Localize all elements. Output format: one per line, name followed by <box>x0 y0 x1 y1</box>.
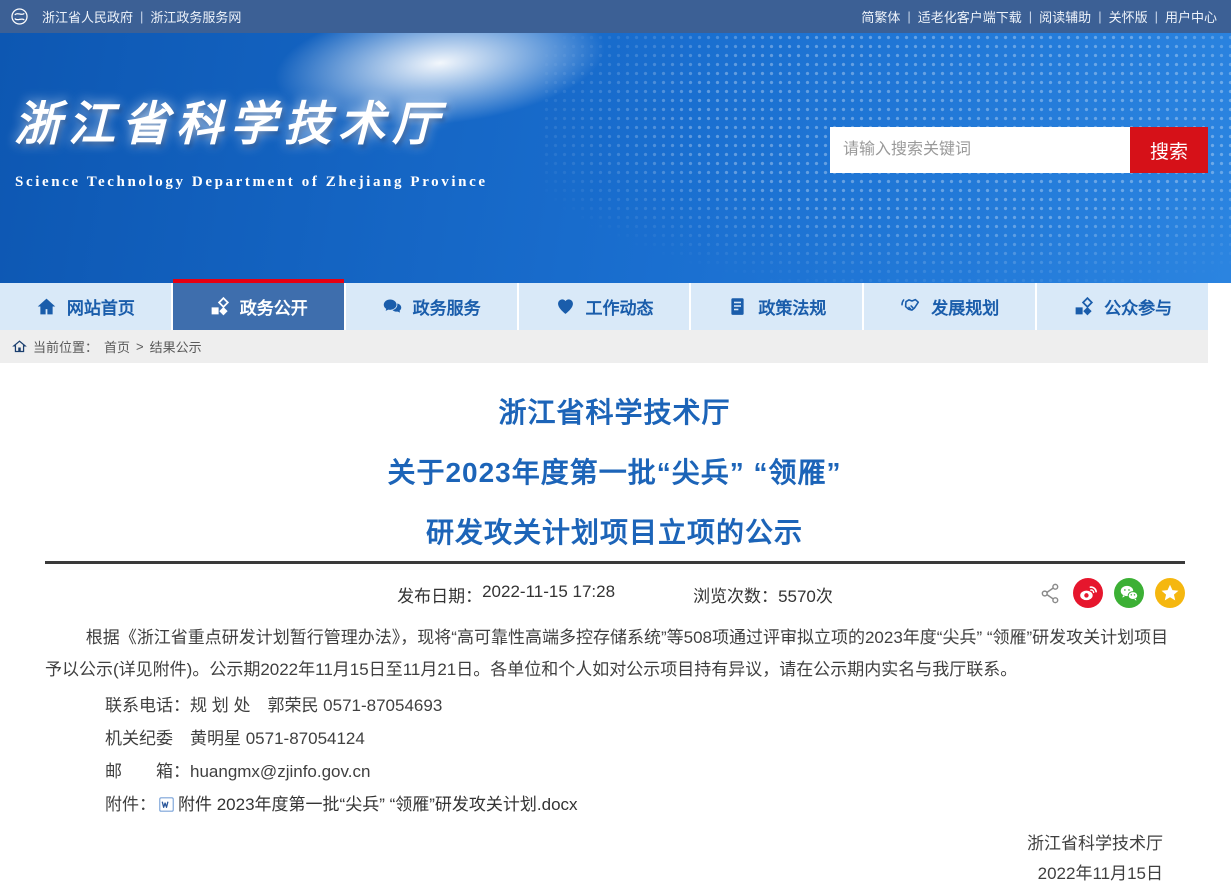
gov-open-icon <box>209 296 230 317</box>
wechat-share-button[interactable] <box>1114 578 1144 608</box>
topbar-link-reading-assist[interactable]: 阅读辅助 <box>1039 7 1091 26</box>
share-icon[interactable] <box>1039 582 1062 605</box>
nav-label: 网站首页 <box>67 294 135 319</box>
nav-label: 工作动态 <box>586 294 654 319</box>
site-search: 搜索 <box>830 127 1208 173</box>
attachment-row: 附件： 附件 2023年度第一批“尖兵” “领雁”研发攻关计划.docx <box>45 788 1184 821</box>
nav-label: 发展规划 <box>931 294 999 319</box>
topbar-link-simplified-traditional[interactable]: 简繁体 <box>861 7 900 26</box>
topbar-link-gov-portal[interactable]: 浙江省人民政府 <box>42 7 133 26</box>
contact-line-phone: 联系电话：规 划 处 郭荣民 0571-87054693 <box>105 689 1184 722</box>
attachment-link[interactable]: 附件 2023年度第一批“尖兵” “领雁”研发攻关计划.docx <box>178 788 578 821</box>
article-title-line-3: 研发攻关计划项目立项的公示 <box>45 519 1184 547</box>
gov-logo-icon <box>10 7 29 26</box>
header-banner: 浙江省科学技术厅 Science Technology Department o… <box>0 33 1231 283</box>
signature-org: 浙江省科学技术厅 <box>45 829 1163 859</box>
nav-item-home[interactable]: 网站首页 <box>0 283 171 330</box>
development-icon <box>900 296 921 317</box>
nav-item-development[interactable]: 发展规划 <box>864 283 1035 330</box>
work-news-icon <box>555 296 576 317</box>
title-divider <box>45 561 1185 564</box>
nav-label: 政务公开 <box>240 294 308 319</box>
topbar-separator: | <box>1098 9 1101 24</box>
topbar-link-service-portal[interactable]: 浙江政务服务网 <box>150 7 241 26</box>
contact-line-discipline: 机关纪委 黄明星 0571-87054124 <box>105 722 1184 755</box>
view-count-label: 浏览次数： <box>693 582 778 607</box>
signature-date: 2022年11月15日 <box>45 859 1163 881</box>
contact-line-email: 邮 箱：huangmx@zjinfo.gov.cn <box>105 755 1184 788</box>
topbar-link-user-center[interactable]: 用户中心 <box>1165 7 1217 26</box>
view-count-value: 5570次 <box>778 582 833 607</box>
site-title-en: Science Technology Department of Zhejian… <box>15 174 488 191</box>
article-body-paragraph: 根据《浙江省重点研发计划暂行管理办法》，现将“高可靠性高端多控存储系统”等508… <box>45 622 1185 687</box>
topbar-right: 简繁体 | 适老化客户端下载 | 阅读辅助 | 关怀版 | 用户中心 <box>861 7 1217 26</box>
search-button[interactable]: 搜索 <box>1130 127 1208 173</box>
nav-label: 政策法规 <box>758 294 826 319</box>
breadcrumb: 当前位置： 首页 > 结果公示 <box>0 330 1208 363</box>
word-doc-icon <box>158 796 175 813</box>
article-signature: 浙江省科学技术厅 2022年11月15日 <box>45 829 1185 881</box>
article-meta-row: 发布日期： 2022-11-15 17:28 浏览次数： 5570次 <box>45 578 1185 610</box>
nav-item-work-news[interactable]: 工作动态 <box>519 283 690 330</box>
breadcrumb-label: 当前位置： <box>33 337 98 356</box>
topbar-link-care-version[interactable]: 关怀版 <box>1109 7 1148 26</box>
article-title-line-2: 关于2023年度第一批“尖兵” “领雁” <box>45 459 1184 487</box>
search-input[interactable] <box>830 127 1130 173</box>
breadcrumb-separator: > <box>136 339 144 354</box>
publish-date-value: 2022-11-15 17:28 <box>482 582 615 607</box>
topbar-separator: | <box>1029 9 1032 24</box>
qzone-star-icon <box>1159 582 1181 604</box>
breadcrumb-current: 结果公示 <box>150 337 202 356</box>
view-count: 浏览次数： 5570次 <box>693 582 833 607</box>
participation-icon <box>1073 296 1094 317</box>
topbar-separator: | <box>140 9 143 24</box>
nav-label: 政务服务 <box>413 294 481 319</box>
topbar-separator: | <box>907 9 910 24</box>
share-toolbar <box>1039 578 1185 608</box>
contact-info: 联系电话：规 划 处 郭荣民 0571-87054693 机关纪委 黄明星 05… <box>45 689 1184 788</box>
topbar-link-elder-client-download[interactable]: 适老化客户端下载 <box>918 7 1022 26</box>
qzone-share-button[interactable] <box>1155 578 1185 608</box>
main-navigation: 网站首页 政务公开 政务服务 工作动态 政策法规 <box>0 283 1208 330</box>
publish-date-label: 发布日期： <box>397 582 482 607</box>
home-icon <box>36 296 57 317</box>
article: 浙江省科学技术厅 关于2023年度第一批“尖兵” “领雁” 研发攻关计划项目立项… <box>0 363 1208 881</box>
nav-item-gov-service[interactable]: 政务服务 <box>346 283 517 330</box>
nav-item-participation[interactable]: 公众参与 <box>1037 283 1208 330</box>
weibo-icon <box>1077 582 1099 604</box>
breadcrumb-home-link[interactable]: 首页 <box>104 337 130 356</box>
nav-item-gov-open[interactable]: 政务公开 <box>173 283 344 330</box>
attachment-label: 附件： <box>105 788 156 821</box>
site-title-cn: 浙江省科学技术厅 <box>14 85 446 154</box>
policy-icon <box>727 296 748 317</box>
topbar-left: 浙江省人民政府 | 浙江政务服务网 <box>10 7 241 26</box>
weibo-share-button[interactable] <box>1073 578 1103 608</box>
topbar-separator: | <box>1155 9 1158 24</box>
top-utility-bar: 浙江省人民政府 | 浙江政务服务网 简繁体 | 适老化客户端下载 | 阅读辅助 … <box>0 0 1231 33</box>
wechat-icon <box>1118 582 1140 604</box>
publish-date: 发布日期： 2022-11-15 17:28 <box>397 582 615 607</box>
nav-label: 公众参与 <box>1104 294 1172 319</box>
article-title-line-1: 浙江省科学技术厅 <box>45 399 1184 427</box>
gov-service-icon <box>382 296 403 317</box>
breadcrumb-home-icon <box>12 339 27 354</box>
nav-item-policy[interactable]: 政策法规 <box>691 283 862 330</box>
